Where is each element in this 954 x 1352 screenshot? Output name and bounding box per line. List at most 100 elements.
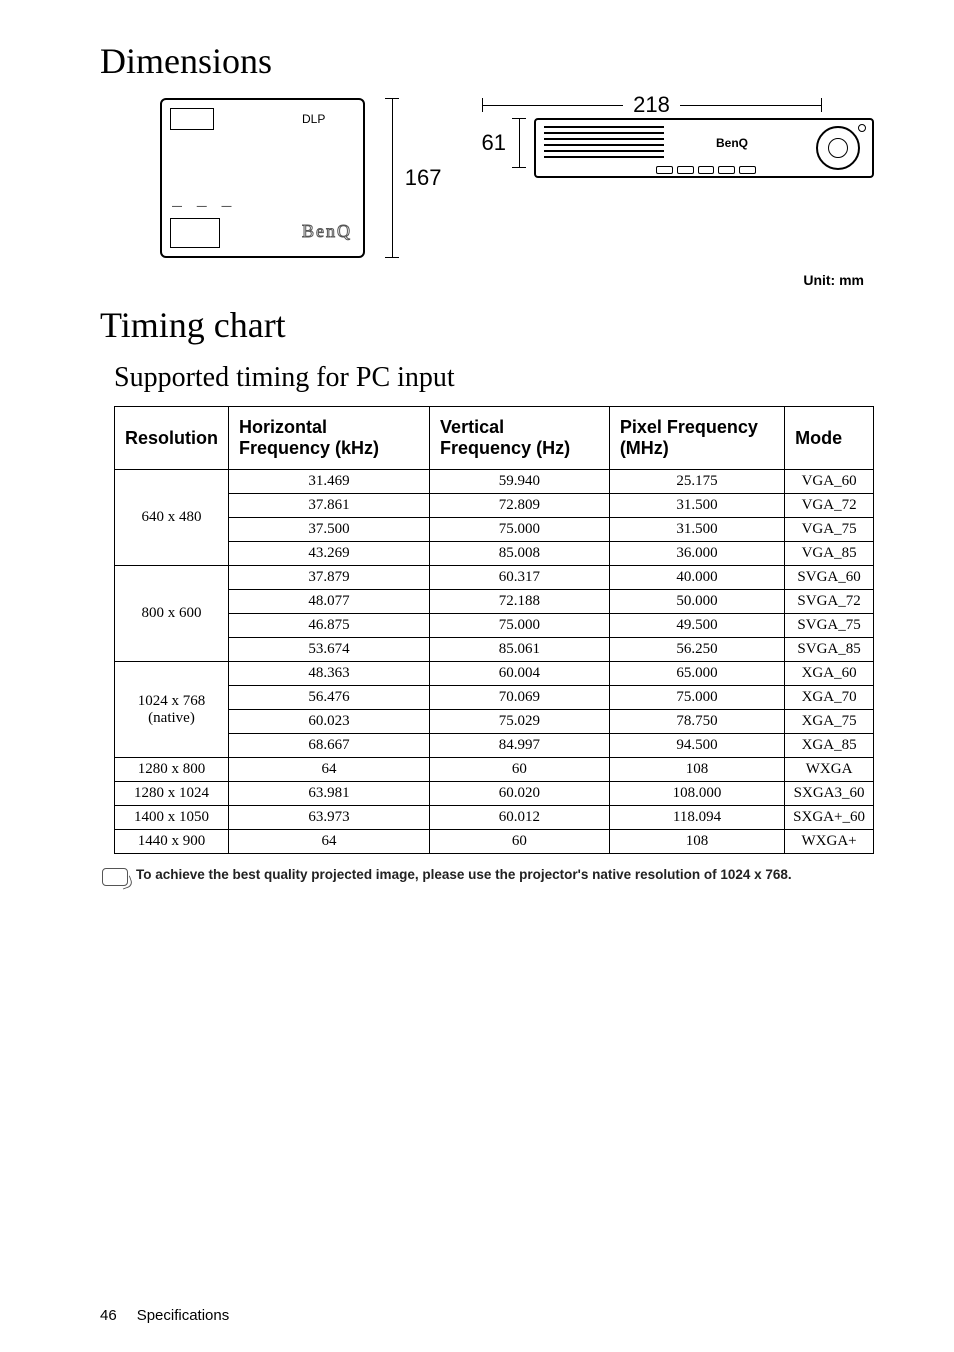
keypad-icon — [170, 218, 220, 248]
cell: XGA_85 — [785, 734, 874, 758]
cell: 63.981 — [229, 782, 430, 806]
dimensions-figure: DLP — — — BenQ 167 218 61 BenQ — [160, 98, 874, 258]
table-row: 68.66784.99794.500XGA_85 — [115, 734, 874, 758]
label-218: 218 — [623, 92, 680, 118]
cell: 48.363 — [229, 662, 430, 686]
cell: WXGA — [785, 758, 874, 782]
cell: XGA_70 — [785, 686, 874, 710]
cell: SXGA3_60 — [785, 782, 874, 806]
note-text: To achieve the best quality projected im… — [136, 866, 792, 884]
cell: 75.000 — [609, 686, 784, 710]
note: To achieve the best quality projected im… — [102, 866, 874, 886]
cell: VGA_72 — [785, 494, 874, 518]
table-row: 1280 x 8006460108WXGA — [115, 758, 874, 782]
table-row: 37.50075.00031.500VGA_75 — [115, 518, 874, 542]
table-header-row: Resolution Horizontal Frequency (kHz) Ve… — [115, 407, 874, 470]
cell: 108 — [609, 758, 784, 782]
cell: 60.012 — [430, 806, 610, 830]
table-row: 640 x 48031.46959.94025.175VGA_60 — [115, 470, 874, 494]
front-vents-icon — [544, 126, 664, 162]
cell: 60.020 — [430, 782, 610, 806]
cell-resolution: 1280 x 800 — [115, 758, 229, 782]
cell: SVGA_75 — [785, 614, 874, 638]
timing-table: Resolution Horizontal Frequency (kHz) Ve… — [114, 406, 874, 854]
cell-resolution: 640 x 480 — [115, 470, 229, 566]
cell: 49.500 — [609, 614, 784, 638]
section-name: Specifications — [137, 1307, 230, 1324]
cell: SVGA_72 — [785, 590, 874, 614]
ir-dot-icon — [858, 124, 866, 132]
cell: 85.061 — [430, 638, 610, 662]
cell: 60 — [430, 830, 610, 854]
cell: 56.250 — [609, 638, 784, 662]
cell: 43.269 — [229, 542, 430, 566]
cell: 84.997 — [430, 734, 610, 758]
cell: SVGA_85 — [785, 638, 874, 662]
cell-resolution: 1440 x 900 — [115, 830, 229, 854]
cell: 59.940 — [430, 470, 610, 494]
th-pfreq: Pixel Frequency (MHz) — [609, 407, 784, 470]
cell: 70.069 — [430, 686, 610, 710]
cell: 60.317 — [430, 566, 610, 590]
unit-label: Unit: mm — [100, 272, 864, 288]
heading-supported-timing: Supported timing for PC input — [114, 362, 874, 394]
cell-resolution: 1024 x 768(native) — [115, 662, 229, 758]
projector-front-view: BenQ — [534, 118, 874, 178]
dimension-218: 218 — [482, 98, 822, 112]
heading-dimensions: Dimensions — [100, 40, 874, 82]
cell: 50.000 — [609, 590, 784, 614]
cell: 46.875 — [229, 614, 430, 638]
cell: 94.500 — [609, 734, 784, 758]
cell: XGA_75 — [785, 710, 874, 734]
table-row: 1440 x 9006460108WXGA+ — [115, 830, 874, 854]
lens-icon — [816, 126, 860, 170]
table-row: 48.07772.18850.000SVGA_72 — [115, 590, 874, 614]
table-row: 1024 x 768(native)48.36360.00465.000XGA_… — [115, 662, 874, 686]
cell: 48.077 — [229, 590, 430, 614]
cell: 118.094 — [609, 806, 784, 830]
th-mode: Mode — [785, 407, 874, 470]
front-brand-text: BenQ — [716, 136, 748, 150]
cell: XGA_60 — [785, 662, 874, 686]
cell: 37.879 — [229, 566, 430, 590]
cell: SXGA+_60 — [785, 806, 874, 830]
bracket-61 — [512, 118, 526, 168]
table-row: 1280 x 102463.98160.020108.000SXGA3_60 — [115, 782, 874, 806]
cell: 53.674 — [229, 638, 430, 662]
th-vfreq: Vertical Frequency (Hz) — [430, 407, 610, 470]
cell: 56.476 — [229, 686, 430, 710]
cell: 72.188 — [430, 590, 610, 614]
indicator-dashes: — — — — [172, 201, 238, 212]
cell: 37.500 — [229, 518, 430, 542]
cell: 85.008 — [430, 542, 610, 566]
dlp-logo: DLP — [302, 112, 325, 126]
cell: 65.000 — [609, 662, 784, 686]
projector-top-view: DLP — — — BenQ — [160, 98, 365, 258]
cell: 68.667 — [229, 734, 430, 758]
cell: 60.004 — [430, 662, 610, 686]
cell: 64 — [229, 758, 430, 782]
page-footer: 46 Specifications — [100, 1307, 229, 1324]
cell: 60 — [430, 758, 610, 782]
th-resolution: Resolution — [115, 407, 229, 470]
dimension-167: 167 — [385, 98, 442, 258]
cell-resolution: 1280 x 1024 — [115, 782, 229, 806]
table-row: 37.86172.80931.500VGA_72 — [115, 494, 874, 518]
cell: 25.175 — [609, 470, 784, 494]
cell: 31.500 — [609, 494, 784, 518]
heading-timing-chart: Timing chart — [100, 304, 874, 346]
cell: 75.000 — [430, 518, 610, 542]
cell: 75.000 — [430, 614, 610, 638]
bracket-218: 218 — [482, 98, 822, 112]
cell: VGA_60 — [785, 470, 874, 494]
table-row: 53.67485.06156.250SVGA_85 — [115, 638, 874, 662]
cell: VGA_75 — [785, 518, 874, 542]
cell: VGA_85 — [785, 542, 874, 566]
table-row: 800 x 60037.87960.31740.000SVGA_60 — [115, 566, 874, 590]
cell: 108.000 — [609, 782, 784, 806]
bracket-167 — [385, 98, 399, 258]
cell: 64 — [229, 830, 430, 854]
cell: 78.750 — [609, 710, 784, 734]
table-row: 43.26985.00836.000VGA_85 — [115, 542, 874, 566]
cell: SVGA_60 — [785, 566, 874, 590]
